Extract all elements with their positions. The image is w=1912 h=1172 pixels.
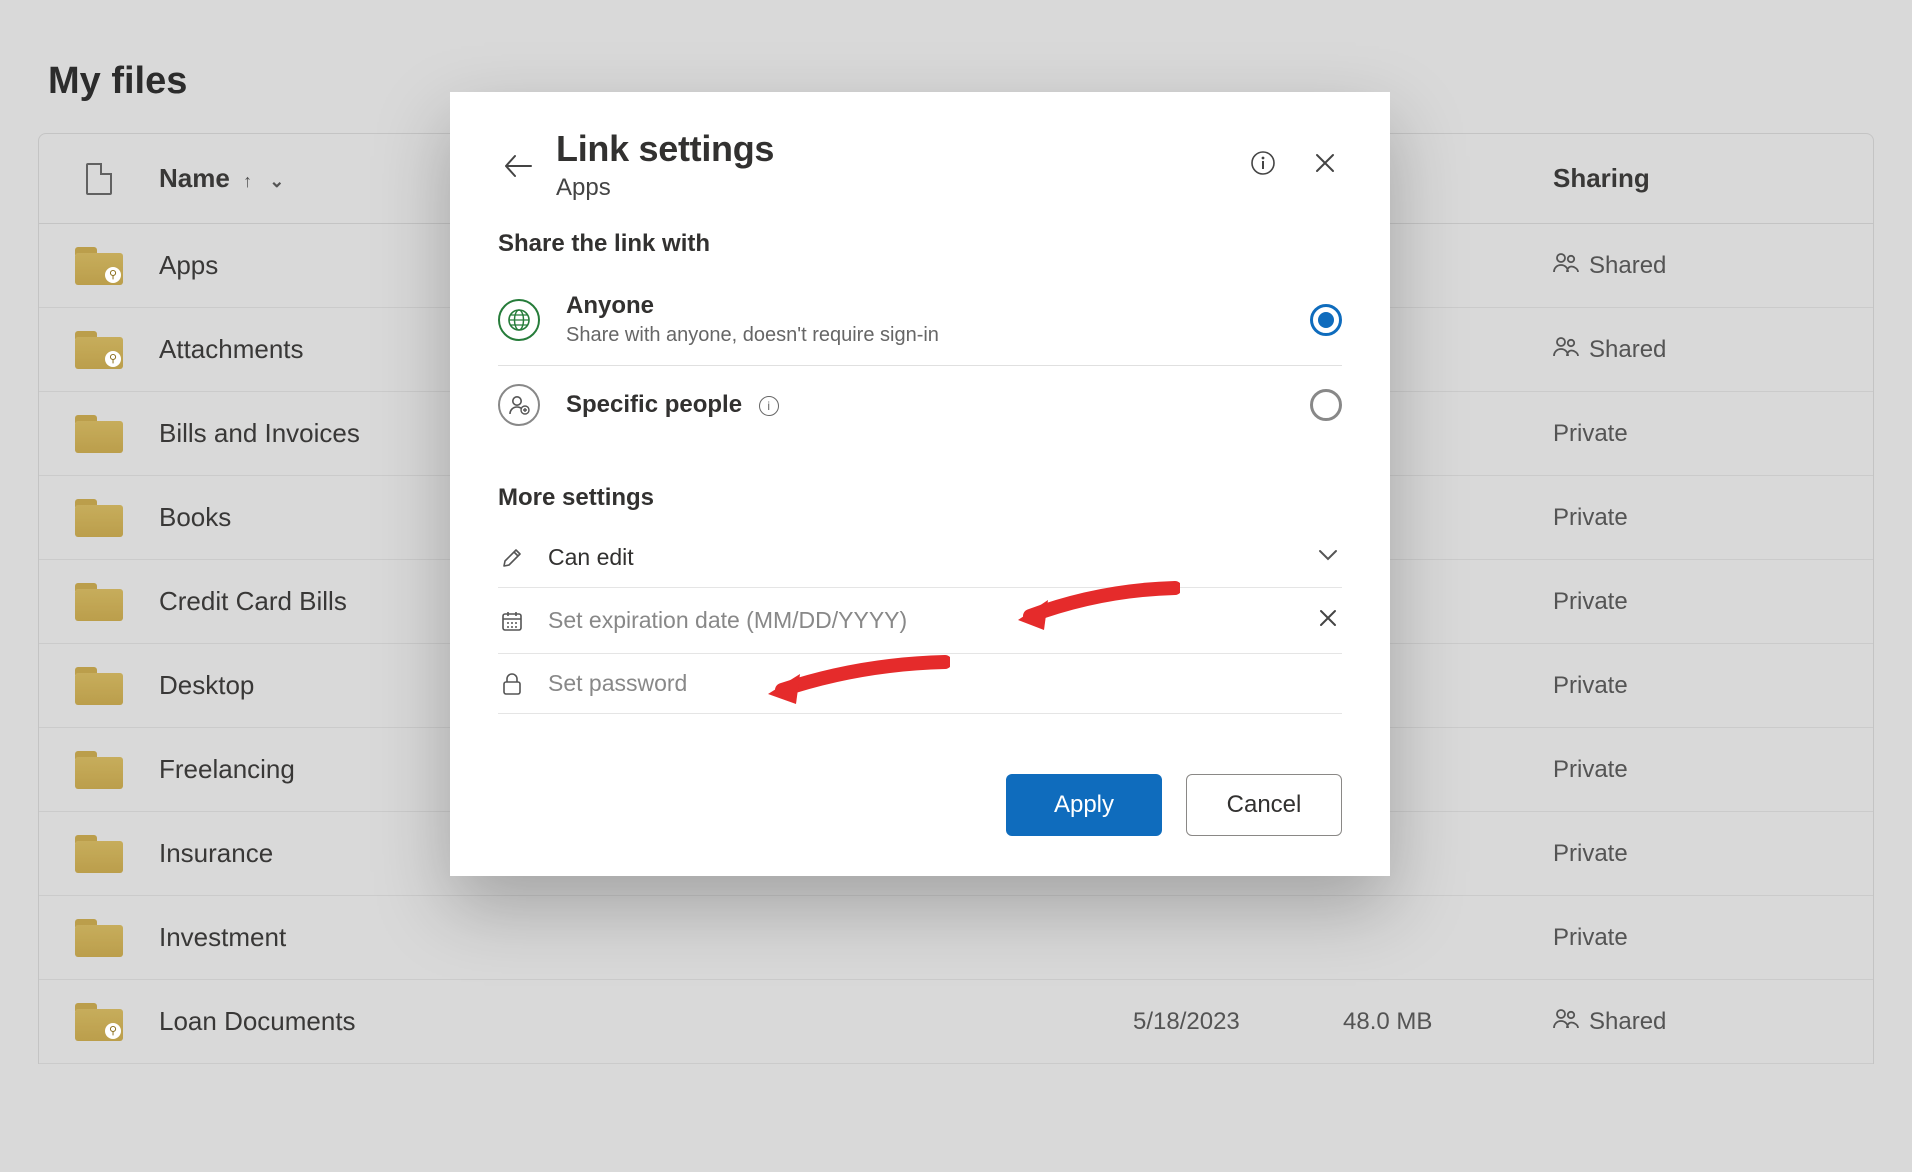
password-placeholder: Set password [548, 670, 1342, 697]
info-icon[interactable]: i [759, 396, 779, 416]
arrow-left-icon [504, 154, 532, 178]
anyone-title: Anyone [566, 292, 1310, 320]
share-with-label: Share the link with [498, 230, 1342, 258]
info-button[interactable] [1246, 146, 1280, 180]
calendar-icon [498, 609, 526, 633]
close-button[interactable] [1308, 146, 1342, 180]
pencil-icon [498, 546, 526, 570]
link-settings-dialog: Link settings Apps Share the link with [450, 92, 1390, 876]
permission-label: Can edit [548, 544, 1314, 571]
more-settings-label: More settings [498, 484, 1342, 512]
expiration-placeholder: Set expiration date (MM/DD/YYYY) [548, 607, 1314, 634]
share-option-specific[interactable]: Specific people i [498, 366, 1342, 444]
chevron-down-icon[interactable] [1314, 544, 1342, 571]
expiration-input-row[interactable]: Set expiration date (MM/DD/YYYY) [498, 588, 1342, 654]
specific-title: Specific people i [566, 391, 1310, 419]
permission-select[interactable]: Can edit [498, 528, 1342, 588]
close-icon [1314, 152, 1336, 174]
info-icon [1250, 150, 1276, 176]
person-add-icon [498, 384, 540, 426]
password-input-row[interactable]: Set password [498, 654, 1342, 714]
apply-button[interactable]: Apply [1006, 774, 1162, 836]
dialog-subtitle: Apps [556, 174, 1246, 202]
share-option-anyone[interactable]: Anyone Share with anyone, doesn't requir… [498, 274, 1342, 366]
dialog-header: Link settings Apps [498, 128, 1342, 202]
cancel-button[interactable]: Cancel [1186, 774, 1342, 836]
radio-anyone[interactable] [1310, 304, 1342, 336]
lock-icon [498, 672, 526, 696]
clear-expiration-button[interactable] [1314, 604, 1342, 637]
anyone-desc: Share with anyone, doesn't require sign-… [566, 324, 1310, 347]
radio-specific[interactable] [1310, 389, 1342, 421]
dialog-title: Link settings [556, 128, 1246, 170]
globe-icon [498, 299, 540, 341]
back-button[interactable] [498, 146, 538, 186]
